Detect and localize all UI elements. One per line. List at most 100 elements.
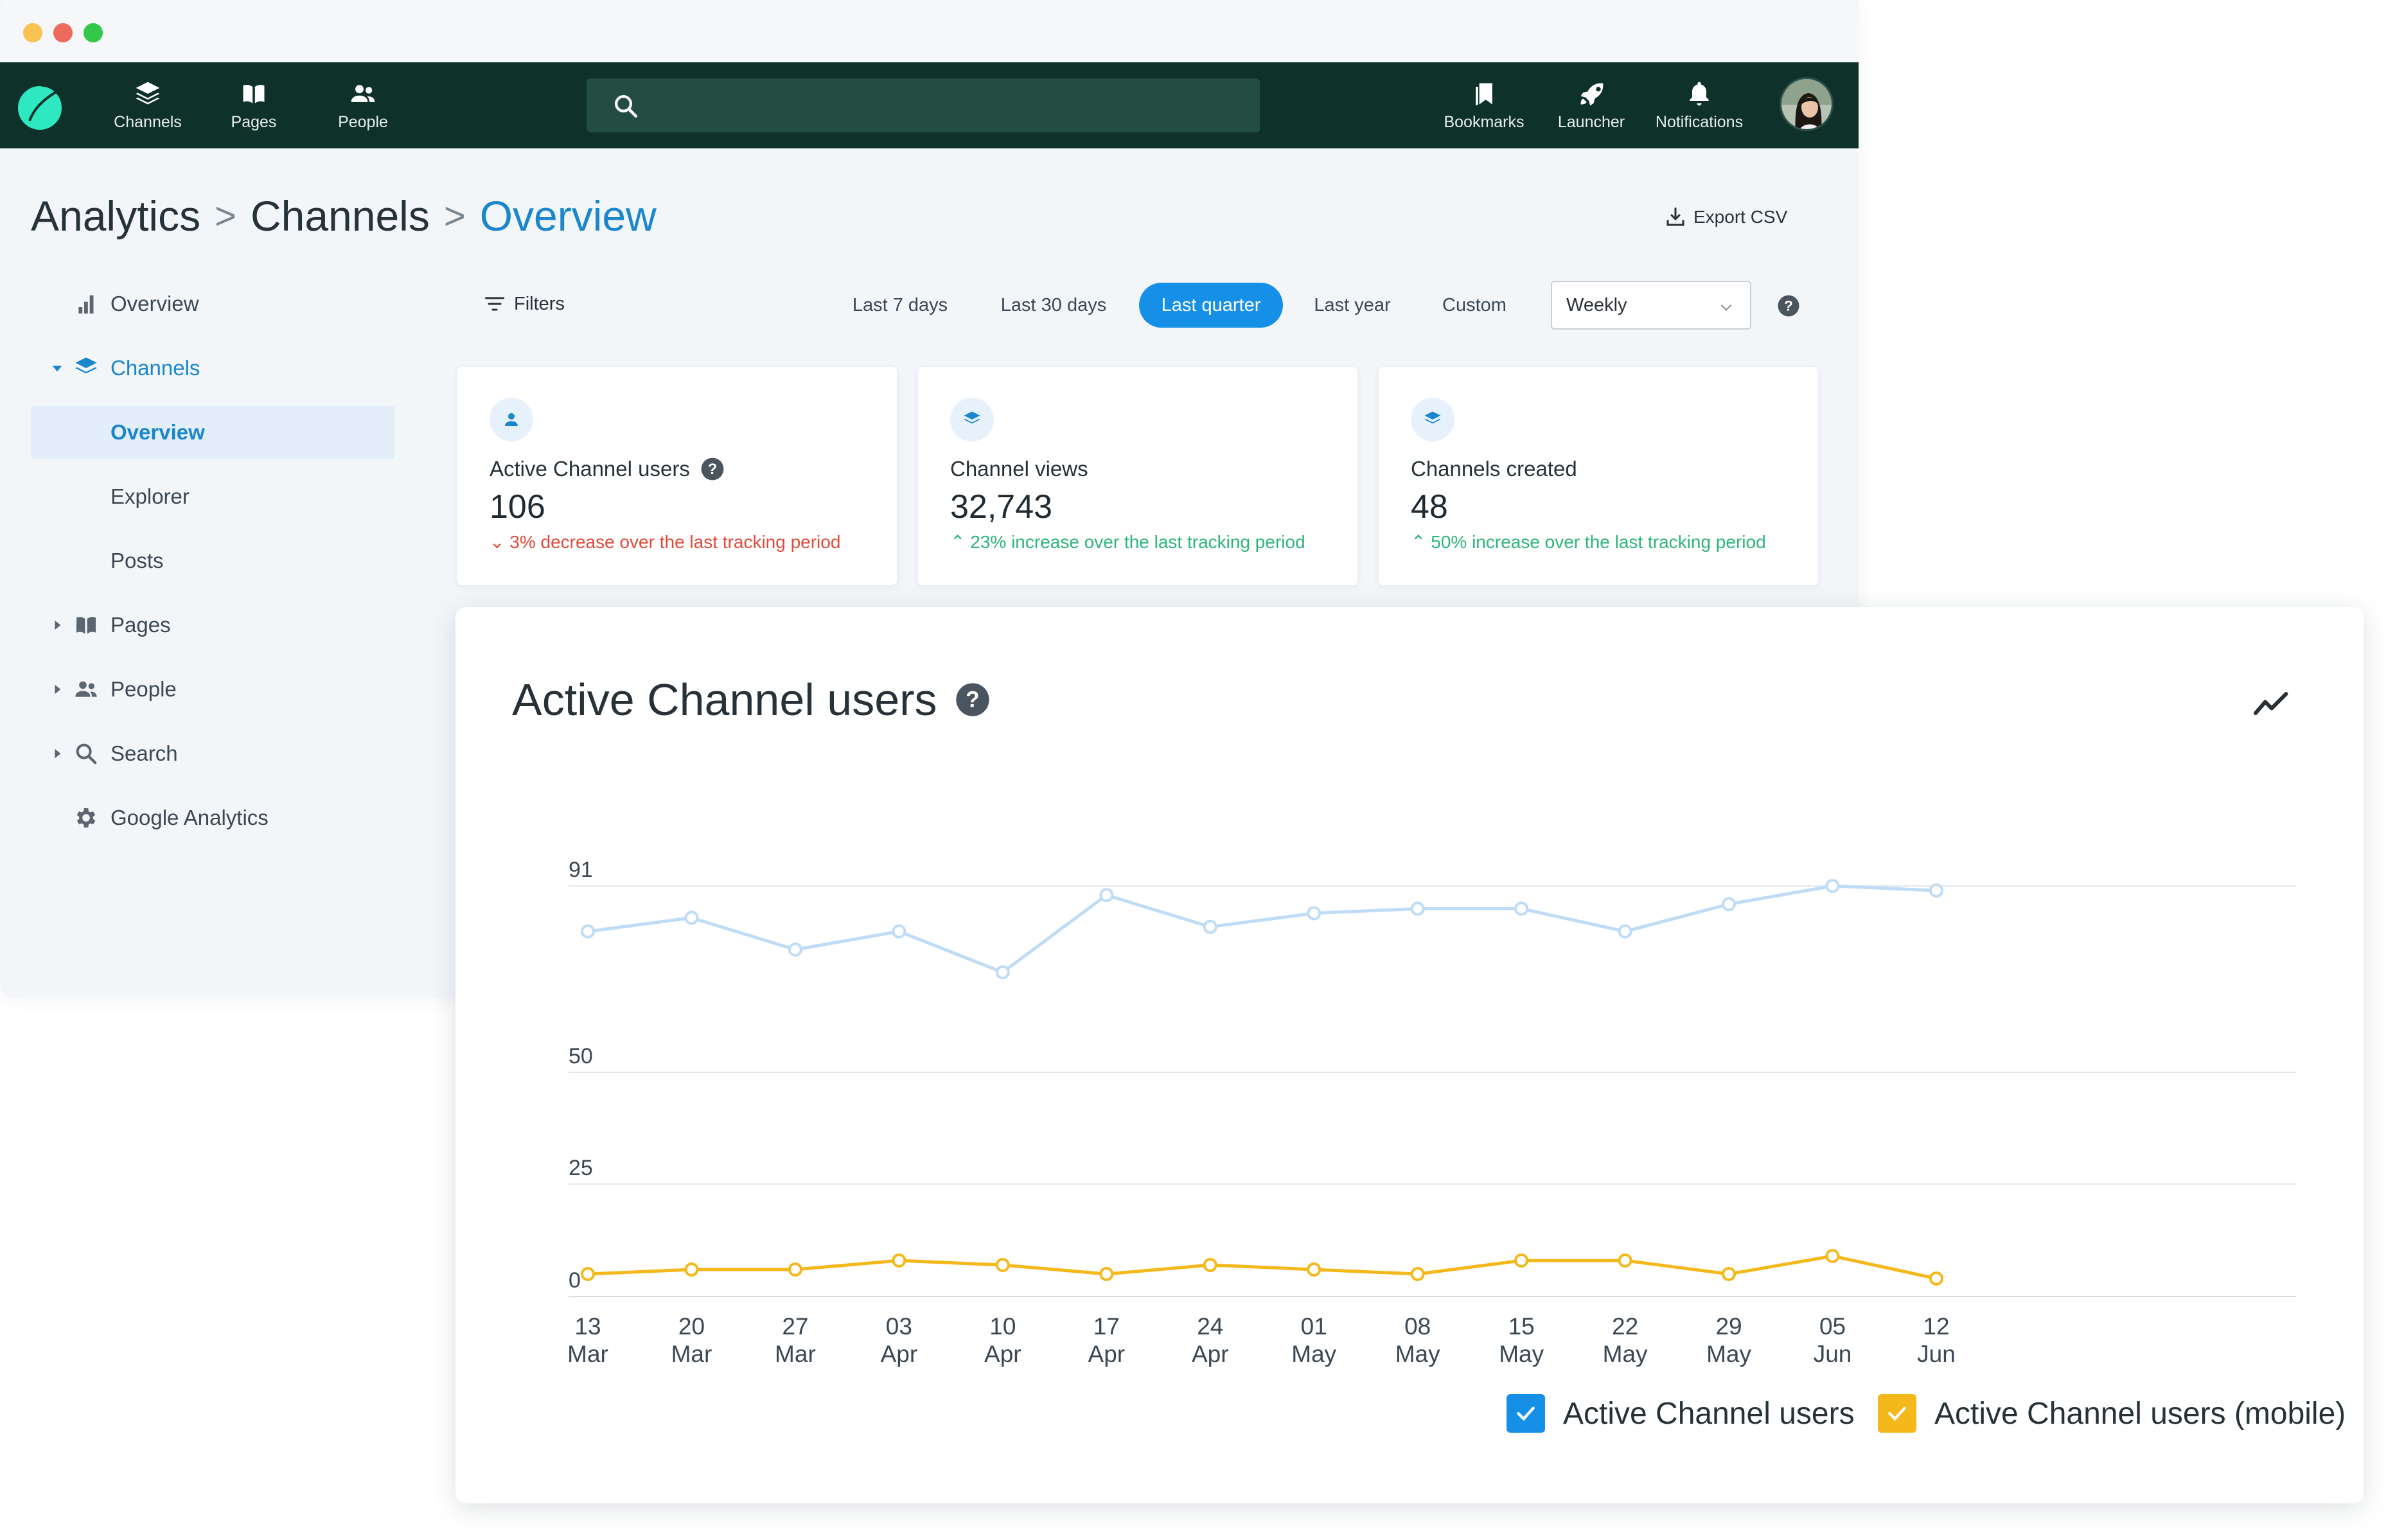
- app-logo-icon[interactable]: [17, 81, 67, 131]
- chevron-down-icon[interactable]: [50, 361, 64, 375]
- stat-value: 48: [1411, 488, 1448, 526]
- gear-icon: [76, 808, 96, 828]
- y-tick-label: 25: [569, 1156, 593, 1180]
- nav-bookmarks[interactable]: Bookmarks: [1436, 62, 1532, 148]
- search-input[interactable]: [587, 78, 1260, 132]
- x-tick-label: Apr: [984, 1341, 1021, 1367]
- chevron-right-icon[interactable]: [50, 682, 64, 696]
- breadcrumb-channels[interactable]: Channels: [251, 191, 430, 240]
- x-tick-label: Jun: [1917, 1341, 1956, 1367]
- x-tick-label: May: [1706, 1341, 1751, 1367]
- bell-icon: [1690, 82, 1709, 105]
- sidebar-item-label: Google Analytics: [110, 806, 269, 829]
- legend-item-active-users-mobile[interactable]: Active Channel users (mobile): [1878, 1394, 2346, 1433]
- x-tick-label: Mar: [775, 1341, 816, 1367]
- x-tick-label: 17: [1093, 1313, 1120, 1340]
- x-tick-label: May: [1395, 1341, 1440, 1367]
- data-point: [684, 910, 699, 925]
- data-point: [1203, 919, 1217, 934]
- close-button[interactable]: [53, 23, 73, 42]
- stat-value: 106: [490, 488, 545, 526]
- stat-card-channels-created[interactable]: Channels created 48 ⌃ 50% increase over …: [1379, 367, 1818, 585]
- layers-icon: [75, 357, 97, 374]
- chevron-right-icon[interactable]: [50, 618, 64, 632]
- export-csv-label: Export CSV: [1693, 207, 1788, 227]
- maximize-button[interactable]: [84, 23, 103, 42]
- range-custom[interactable]: Custom: [1426, 283, 1523, 328]
- nav-people-label: People: [338, 112, 388, 131]
- x-tick-label: Mar: [671, 1341, 712, 1367]
- range-last-30-days[interactable]: Last 30 days: [986, 283, 1121, 328]
- stat-delta-text: 23% increase over the last tracking peri…: [970, 532, 1305, 552]
- checkbox-checked-icon[interactable]: [1507, 1394, 1545, 1433]
- sidebar-item-overview[interactable]: Overview: [31, 278, 394, 330]
- export-csv-button[interactable]: Export CSV: [1664, 206, 1787, 229]
- filters-button[interactable]: Filters: [483, 292, 565, 315]
- nav-pages[interactable]: Pages: [222, 62, 286, 148]
- stat-card-active-users[interactable]: Active Channel users ? 106 ⌄ 3% decrease…: [457, 367, 897, 585]
- search-icon: [615, 95, 638, 118]
- nav-launcher[interactable]: Launcher: [1550, 62, 1633, 148]
- data-point: [995, 965, 1010, 980]
- sidebar-item-search[interactable]: Search: [31, 727, 394, 780]
- download-icon: [1666, 208, 1684, 226]
- x-tick-label: 22: [1612, 1313, 1638, 1340]
- x-tick-label: 05: [1819, 1313, 1846, 1340]
- rocket-icon: [1580, 83, 1604, 105]
- range-last-quarter[interactable]: Last quarter: [1139, 283, 1283, 328]
- stat-delta: ⌃ 23% increase over the last tracking pe…: [950, 531, 1305, 553]
- breadcrumb-separator: >: [443, 195, 466, 237]
- data-point: [892, 1253, 906, 1268]
- minimize-button[interactable]: [23, 23, 42, 42]
- sidebar-item-pages[interactable]: Pages: [31, 599, 394, 651]
- stat-card-channel-views[interactable]: Channel views 32,743 ⌃ 23% increase over…: [918, 367, 1357, 585]
- help-icon[interactable]: ?: [1777, 294, 1800, 317]
- user-icon: [490, 398, 533, 441]
- x-tick-label: 13: [574, 1313, 601, 1340]
- svg-text:?: ?: [1784, 298, 1793, 314]
- sidebar-item-label: Posts: [110, 549, 164, 572]
- sidebar-item-label: Pages: [110, 613, 171, 637]
- data-point: [1514, 1253, 1529, 1268]
- bar-chart-icon: [78, 295, 94, 314]
- people-icon: [351, 84, 375, 102]
- stat-value: 32,743: [950, 488, 1053, 526]
- range-last-year[interactable]: Last year: [1304, 283, 1401, 328]
- top-navigation: Channels Pages People Bookmarks Launcher…: [0, 62, 1859, 148]
- range-last-7-days[interactable]: Last 7 days: [839, 283, 961, 328]
- chart-panel: Active Channel users ? 0 25 50 91 13 Mar 20 Mar…: [455, 607, 2364, 1503]
- sidebar-item-label: People: [110, 677, 177, 701]
- nav-channels[interactable]: Channels: [109, 62, 186, 148]
- granularity-value: Weekly: [1566, 294, 1627, 315]
- sidebar-subitem-posts[interactable]: Posts: [31, 535, 394, 587]
- sidebar-item-channels[interactable]: Channels: [31, 342, 394, 394]
- stat-label-text: Channel views: [950, 457, 1088, 481]
- legend-item-active-users[interactable]: Active Channel users: [1507, 1394, 1855, 1433]
- data-point: [788, 1262, 802, 1277]
- sidebar-item-people[interactable]: People: [31, 663, 394, 716]
- nav-notifications[interactable]: Notifications: [1648, 62, 1751, 148]
- data-point: [581, 1267, 595, 1281]
- data-point: [1410, 901, 1425, 916]
- y-tick-label: 91: [569, 858, 593, 882]
- data-point: [1929, 1271, 1943, 1286]
- chevron-down-icon: [1720, 304, 1732, 311]
- nav-people[interactable]: People: [328, 62, 398, 148]
- checkbox-checked-icon[interactable]: [1878, 1394, 1916, 1433]
- x-tick-label: 29: [1715, 1313, 1742, 1340]
- sidebar-subitem-overview[interactable]: Overview: [31, 406, 394, 459]
- user-avatar[interactable]: [1780, 77, 1834, 131]
- data-point: [1203, 1258, 1217, 1272]
- sidebar-subitem-explorer[interactable]: Explorer: [31, 470, 394, 523]
- data-point: [1307, 1262, 1321, 1277]
- granularity-select[interactable]: Weekly: [1551, 281, 1751, 330]
- chevron-right-icon[interactable]: [50, 747, 64, 761]
- breadcrumb-analytics[interactable]: Analytics: [31, 191, 200, 240]
- layers-icon: [950, 398, 994, 441]
- sidebar-item-google-analytics[interactable]: Google Analytics: [31, 792, 394, 844]
- x-tick-label: Apr: [881, 1341, 918, 1367]
- filters-label: Filters: [514, 293, 565, 314]
- breadcrumb-separator: >: [215, 195, 236, 237]
- x-tick-label: 10: [989, 1313, 1016, 1340]
- help-icon[interactable]: ?: [700, 457, 725, 481]
